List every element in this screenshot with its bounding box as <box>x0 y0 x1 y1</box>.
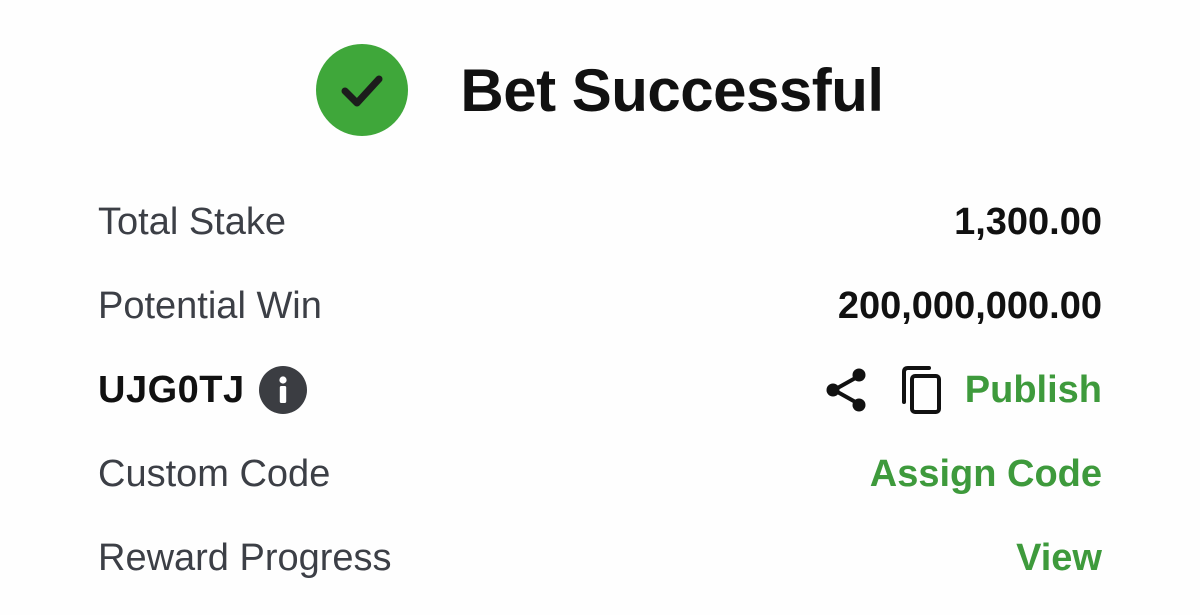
custom-code-row: Custom Code Assign Code <box>98 432 1102 516</box>
total-stake-row: Total Stake 1,300.00 <box>98 180 1102 264</box>
bet-details: Total Stake 1,300.00 Potential Win 200,0… <box>98 180 1102 600</box>
bet-confirmation-screen: Bet Successful Total Stake 1,300.00 Pote… <box>0 0 1200 615</box>
reward-progress-label: Reward Progress <box>98 536 392 579</box>
total-stake-value: 1,300.00 <box>954 200 1102 243</box>
potential-win-row: Potential Win 200,000,000.00 <box>98 264 1102 348</box>
potential-win-value: 200,000,000.00 <box>837 284 1102 327</box>
assign-code-button[interactable]: Assign Code <box>870 453 1102 496</box>
reward-progress-row: Reward Progress View <box>98 516 1102 600</box>
booking-code-group: UJG0TJ <box>98 366 307 414</box>
booking-code-actions: Publish <box>823 364 1102 416</box>
copy-icon[interactable] <box>899 364 945 416</box>
booking-code-row: UJG0TJ Publish <box>98 348 1102 432</box>
share-icon[interactable] <box>823 365 869 415</box>
total-stake-label: Total Stake <box>98 200 286 243</box>
check-circle-icon <box>316 44 409 136</box>
custom-code-label: Custom Code <box>98 452 331 495</box>
booking-code: UJG0TJ <box>98 368 245 411</box>
success-header: Bet Successful <box>0 40 1200 140</box>
info-icon[interactable] <box>258 366 307 414</box>
publish-button[interactable]: Publish <box>965 369 1102 412</box>
view-rewards-button[interactable]: View <box>1016 537 1102 580</box>
potential-win-label: Potential Win <box>98 284 322 327</box>
page-title: Bet Successful <box>460 56 884 124</box>
